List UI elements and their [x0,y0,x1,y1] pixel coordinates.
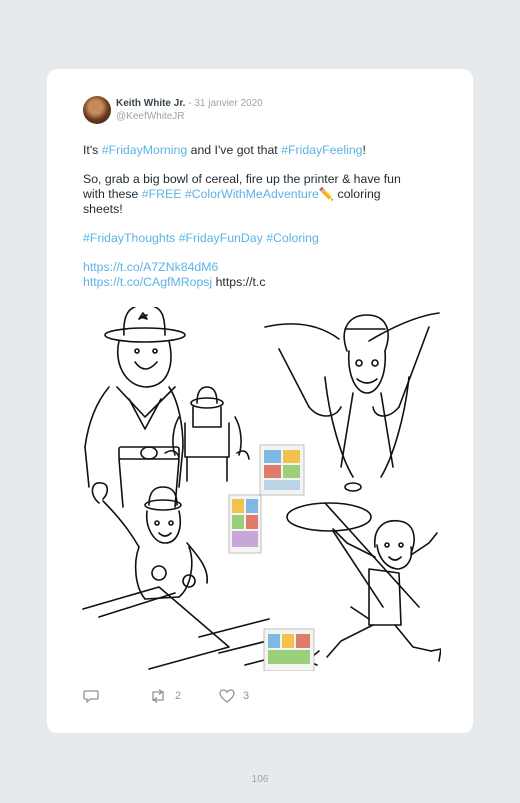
tweet-hashtags: #FridayThoughts #FridayFunDay #Coloring [83,231,413,246]
author-handle[interactable]: @KeefWhiteJR [116,111,185,122]
hashtag-friday-feeling[interactable]: #FridayFeeling [281,143,362,157]
tweet-date[interactable]: 31 janvier 2020 [194,98,262,109]
tweet-paragraph-1: It's #FridayMorning and I've got that #F… [83,143,413,158]
heart-icon [219,689,235,703]
avatar[interactable] [83,96,111,124]
coloring-sheets-image[interactable] [79,307,441,671]
tweet-paragraph-2: So, grab a big bowl of cereal, fire up t… [83,172,413,217]
separator: - [185,98,195,109]
hashtag-friday-fun-day[interactable]: #FridayFunDay [179,231,263,245]
reply-button[interactable] [83,689,99,703]
text-run: ! [362,143,366,157]
hashtag-coloring[interactable]: #Coloring [266,231,319,245]
link-3-truncated[interactable]: https://t.c [216,275,266,289]
retweet-icon [152,689,164,703]
coloring-sheets-illustration [82,307,441,671]
text-run: and I've got that [187,143,282,157]
pencil-emoji: ✏️ [318,187,335,201]
text-run: It's [83,143,102,157]
tweet-links: https://t.co/A7ZNk84dM6 https://t.co/CAgf… [83,260,413,290]
like-count: 3 [243,690,250,702]
link-1[interactable]: https://t.co/A7ZNk84dM6 [83,260,218,274]
page-number: 106 [251,774,269,785]
author-line: Keith White Jr. - 31 janvier 2020 [116,98,263,109]
reply-icon [83,690,99,703]
like-button[interactable]: 3 [219,689,249,703]
tweet-text: It's #FridayMorning and I've got that #F… [83,143,413,290]
tweet-actions: 2 3 [83,689,283,707]
hashtag-color-with-me-adventure[interactable]: #ColorWithMeAdventure [185,187,319,201]
retweet-count: 2 [175,690,182,702]
retweet-button[interactable]: 2 [149,689,181,703]
hashtag-free[interactable]: #FREE [142,187,182,201]
author-name[interactable]: Keith White Jr. [116,98,185,109]
link-2[interactable]: https://t.co/CAgfMRopsj [83,275,212,289]
tweet-card: Keith White Jr. - 31 janvier 2020 @KeefW… [47,69,473,733]
hashtag-friday-morning[interactable]: #FridayMorning [102,143,187,157]
hashtag-friday-thoughts[interactable]: #FridayThoughts [83,231,175,245]
